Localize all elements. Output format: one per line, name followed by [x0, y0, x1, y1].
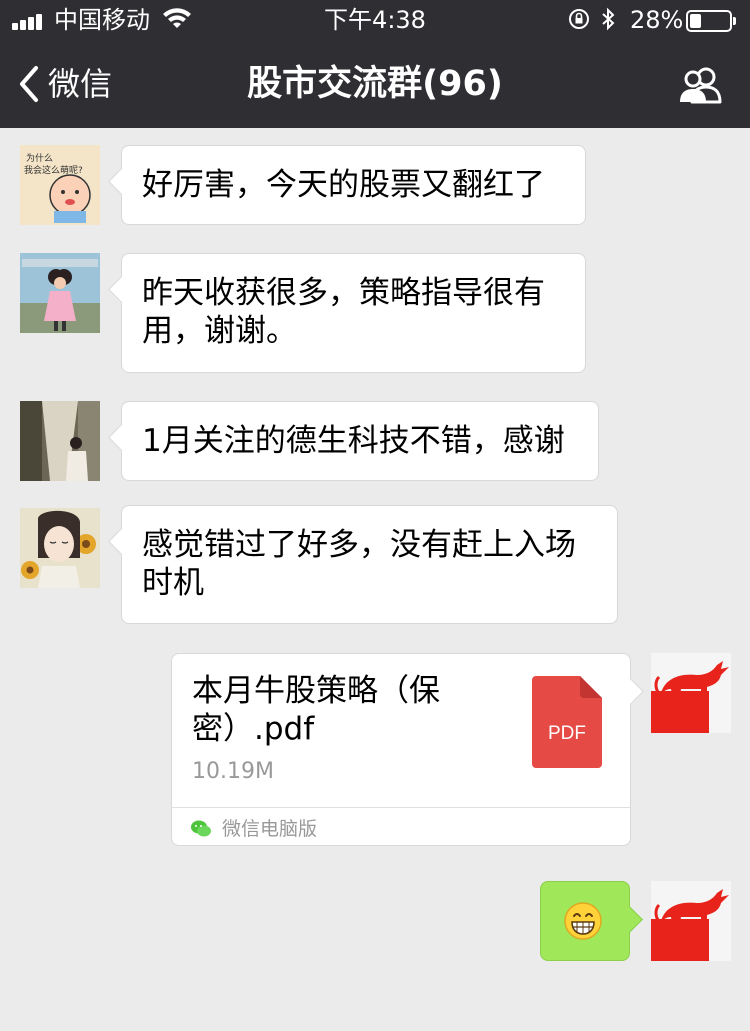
self-avatar[interactable]	[651, 653, 731, 733]
chat-title: 股市交流群(96)	[247, 64, 503, 104]
bluetooth-icon	[602, 7, 615, 31]
message-text: 好厉害，今天的股票又翻红了	[142, 167, 545, 203]
divider	[172, 807, 630, 808]
file-message-card[interactable]: 本月牛股策略（保密）.pdf 10.19M PDF 微信电脑版	[171, 653, 631, 846]
pdf-file-icon: PDF	[532, 676, 602, 768]
avatar[interactable]	[20, 401, 100, 481]
message-text: 感觉错过了好多，没有赶上入场时机	[142, 527, 576, 601]
nav-bar: 微信 股市交流群(96)	[0, 40, 750, 128]
message-bubble[interactable]: 感觉错过了好多，没有赶上入场时机	[121, 505, 618, 624]
battery-percent: 28%	[630, 6, 684, 34]
status-bar: 中国移动 下午4:38 28%	[0, 0, 750, 40]
rotation-lock-icon	[569, 9, 589, 29]
message-text: 昨天收获很多，策略指导很有用，谢谢。	[142, 275, 545, 349]
avatar[interactable]	[20, 253, 100, 333]
self-avatar[interactable]	[651, 881, 731, 961]
emoji-message-bubble[interactable]	[540, 881, 630, 961]
message-bubble[interactable]: 1月关注的德生科技不错，感谢	[121, 401, 599, 481]
message-bubble[interactable]: 好厉害，今天的股票又翻红了	[121, 145, 586, 225]
file-source: 微信电脑版	[190, 814, 317, 844]
message-text: 1月关注的德生科技不错，感谢	[142, 423, 565, 459]
group-members-icon[interactable]	[676, 66, 724, 104]
file-source-label: 微信电脑版	[222, 818, 318, 840]
file-size: 10.19M	[192, 759, 274, 784]
grinning-face-icon	[564, 902, 602, 940]
battery-fill	[690, 14, 701, 28]
svg-text:我会这么萌呢?: 我会这么萌呢?	[24, 164, 83, 176]
message-bubble[interactable]: 昨天收获很多，策略指导很有用，谢谢。	[121, 253, 586, 373]
avatar[interactable]: 为什么 我会这么萌呢?	[20, 145, 100, 225]
pdf-icon-label: PDF	[548, 723, 586, 744]
avatar[interactable]	[20, 508, 100, 588]
file-name: 本月牛股策略（保密）.pdf	[192, 673, 440, 747]
svg-text:为什么: 为什么	[26, 152, 53, 164]
wechat-icon	[191, 820, 211, 837]
battery-icon	[686, 10, 736, 32]
